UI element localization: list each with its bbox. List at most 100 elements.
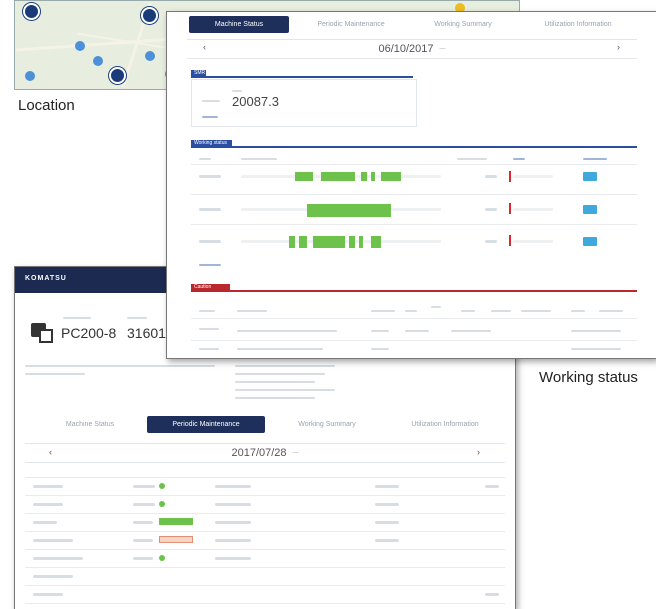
table-cell — [237, 330, 337, 332]
date-navigator: 06/10/2017 — — [187, 39, 637, 59]
machine-window-status: Machine Status Periodic Maintenance Work… — [166, 11, 656, 359]
work-bar — [381, 172, 401, 181]
table-cell — [133, 539, 153, 542]
info-text — [25, 373, 85, 375]
prev-date-arrow-icon[interactable]: ‹ — [49, 447, 52, 457]
table-row — [25, 549, 505, 550]
work-bar — [359, 236, 363, 248]
map-marker[interactable] — [145, 51, 155, 61]
section-divider — [191, 146, 637, 148]
work-bar — [361, 172, 367, 181]
table-row — [25, 585, 505, 586]
table-cell — [33, 521, 57, 524]
table-cell — [571, 330, 621, 332]
table-cell — [133, 503, 155, 506]
info-text — [235, 365, 335, 367]
tab-working-summary[interactable]: Working Summary — [277, 416, 377, 433]
column-header — [457, 158, 487, 160]
more-link[interactable] — [199, 264, 221, 266]
info-text — [235, 381, 315, 383]
table-cell — [215, 539, 251, 542]
tab-working-summary[interactable]: Working Summary — [413, 16, 513, 33]
table-cell — [485, 593, 499, 596]
next-date-arrow-icon[interactable]: › — [477, 447, 480, 457]
table-cell — [199, 175, 221, 178]
progress-bar — [159, 518, 193, 525]
table-row — [191, 340, 637, 341]
date-navigator: 2017/07/28 — — [25, 443, 505, 463]
table-cell — [485, 240, 497, 243]
date-dropdown[interactable]: — — [440, 46, 446, 52]
fuel-track — [513, 175, 553, 178]
table-cell — [215, 521, 251, 524]
table-cell — [571, 348, 621, 350]
field-label — [63, 317, 91, 319]
detail-button[interactable] — [583, 172, 597, 181]
date-value: 2017/07/28 — [231, 447, 287, 459]
caution-table — [191, 296, 637, 356]
fuel-indicator — [509, 171, 511, 182]
fuel-track — [513, 240, 553, 243]
table-cell — [33, 575, 73, 578]
status-dot — [159, 483, 165, 489]
work-bar — [289, 236, 295, 248]
fuel-indicator — [509, 203, 511, 214]
map-marker[interactable] — [109, 67, 126, 84]
field-label — [127, 317, 147, 319]
table-row — [25, 567, 505, 568]
fuel-indicator — [509, 235, 511, 246]
table-cell — [199, 328, 219, 330]
map-marker[interactable] — [25, 71, 35, 81]
column-header — [431, 306, 441, 308]
map-marker[interactable] — [75, 41, 85, 51]
working-status-table — [191, 152, 637, 272]
column-header — [241, 158, 277, 160]
detail-button[interactable] — [583, 237, 597, 246]
prev-date-arrow-icon[interactable]: ‹ — [203, 42, 206, 52]
tab-periodic-maintenance[interactable]: Periodic Maintenance — [299, 16, 403, 33]
model-name: PC200-8 — [61, 325, 117, 341]
table-row — [191, 164, 637, 165]
column-header — [199, 158, 211, 160]
progress-bar — [159, 536, 193, 543]
table-cell — [371, 348, 389, 350]
work-bar — [321, 172, 355, 181]
next-date-arrow-icon[interactable]: › — [617, 42, 620, 52]
detail-button[interactable] — [583, 205, 597, 214]
table-row — [191, 224, 637, 225]
table-cell — [485, 208, 497, 211]
map-marker[interactable] — [93, 56, 103, 66]
field-label — [202, 100, 220, 102]
tab-periodic-maintenance[interactable]: Periodic Maintenance — [147, 416, 265, 433]
info-text — [235, 389, 335, 391]
tab-machine-status[interactable]: Machine Status — [189, 16, 289, 33]
tab-utilization-information[interactable]: Utilization Information — [385, 416, 505, 433]
status-dot — [159, 555, 165, 561]
date-dropdown[interactable]: — — [293, 450, 299, 456]
table-cell — [215, 503, 251, 506]
table-cell — [371, 330, 389, 332]
table-cell — [215, 485, 251, 488]
table-cell — [133, 485, 155, 488]
map-marker[interactable] — [23, 3, 40, 20]
work-bar — [371, 172, 375, 181]
work-bar — [313, 236, 345, 248]
tab-utilization-information[interactable]: Utilization Information — [523, 16, 633, 33]
table-cell — [375, 503, 399, 506]
brand-logo: KOMATSU — [25, 275, 67, 282]
column-header — [521, 310, 551, 312]
table-row — [191, 318, 637, 319]
table-cell — [133, 521, 153, 524]
smr-value: 20087.3 — [232, 94, 279, 109]
tab-machine-status[interactable]: Machine Status — [45, 416, 135, 433]
table-cell — [33, 539, 73, 542]
map-marker[interactable] — [141, 7, 158, 24]
table-cell — [405, 330, 429, 332]
table-cell — [33, 557, 83, 560]
work-bar — [295, 172, 313, 181]
smr-link[interactable] — [202, 116, 218, 118]
info-text — [235, 373, 325, 375]
column-header — [583, 158, 607, 160]
table-cell — [199, 208, 221, 211]
table-cell — [33, 503, 63, 506]
